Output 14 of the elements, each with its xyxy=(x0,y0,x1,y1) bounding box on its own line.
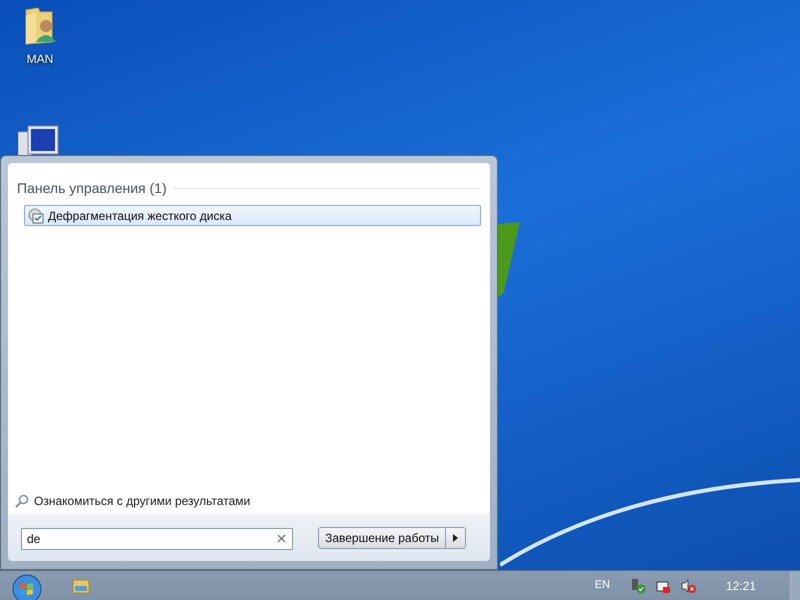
defrag-icon xyxy=(28,208,44,224)
shutdown-options-button[interactable] xyxy=(446,526,466,548)
arrow-right-icon xyxy=(453,534,458,542)
search-icon xyxy=(15,494,29,508)
search-field[interactable]: de xyxy=(21,528,293,550)
clear-icon[interactable] xyxy=(277,534,286,542)
desktop-icon-label[interactable]: MAN xyxy=(26,50,54,68)
result-item[interactable]: Дефрагментация жесткого диска xyxy=(24,205,481,226)
shutdown-button[interactable]: Завершение работы xyxy=(318,526,446,548)
power-ok-icon[interactable] xyxy=(630,578,646,594)
more-results-link[interactable]: Ознакомиться с другими результатами xyxy=(34,492,250,510)
group-heading: Панель управления (1) xyxy=(17,179,167,198)
computer-icon xyxy=(18,124,60,156)
speaker-muted-icon[interactable] xyxy=(680,578,696,594)
